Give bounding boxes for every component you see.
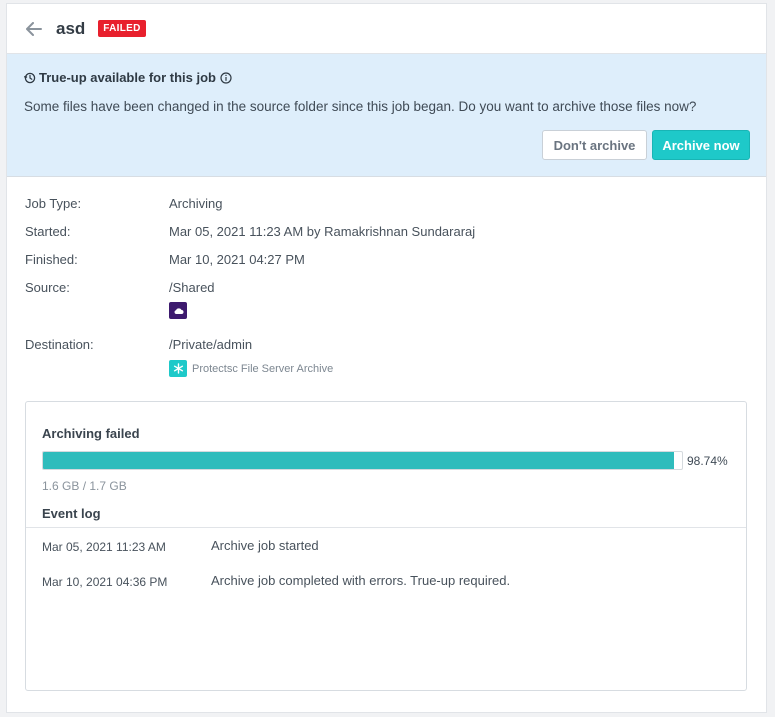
job-header: asd FAILED [7,4,766,54]
event-time: Mar 10, 2021 04:36 PM [42,575,168,589]
dont-archive-button[interactable]: Don't archive [542,130,647,160]
event-message: Archive job started [211,538,319,553]
job-detail-panel: asd FAILED True-up available for this jo… [6,3,767,713]
event-log-divider [26,527,746,528]
back-arrow-icon[interactable] [25,20,43,38]
progress-percent: 98.74% [687,454,728,468]
progress-size: 1.6 GB / 1.7 GB [42,479,127,493]
banner-title-text: True-up available for this job [39,70,216,85]
finished-label: Finished: [25,252,78,267]
event-time: Mar 05, 2021 11:23 AM [42,540,166,554]
source-path: /Shared [169,280,215,295]
event-message: Archive job completed with errors. True-… [211,573,511,588]
progress-card: Archiving failed 98.74% 1.6 GB / 1.7 GB … [25,401,747,691]
finished-value: Mar 10, 2021 04:27 PM [169,252,305,267]
started-value: Mar 05, 2021 11:23 AM by Ramakrishnan Su… [169,224,476,239]
banner-title: True-up available for this job [24,70,235,85]
asterisk-storage-icon [169,360,187,377]
destination-label: Destination: [25,337,94,352]
job-type-value: Archiving [169,196,223,211]
event-log-title: Event log [42,506,101,521]
history-icon [24,72,39,84]
source-label: Source: [25,280,70,295]
started-label: Started: [25,224,71,239]
destination-path: /Private/admin [169,337,253,352]
banner-message: Some files have been changed in the sour… [24,99,697,114]
progress-bar [42,451,683,470]
cloud-storage-icon [169,302,187,319]
job-status-title: Archiving failed [42,426,140,441]
info-icon[interactable] [220,71,235,84]
job-title: asd [56,18,86,38]
archive-now-button[interactable]: Archive now [652,130,750,160]
destination-storage-name: Protectsc File Server Archive [192,363,334,375]
true-up-banner: True-up available for this job Some file… [7,54,766,177]
status-badge: FAILED [98,20,146,37]
progress-bar-fill [43,452,674,469]
job-type-label: Job Type: [25,196,82,211]
